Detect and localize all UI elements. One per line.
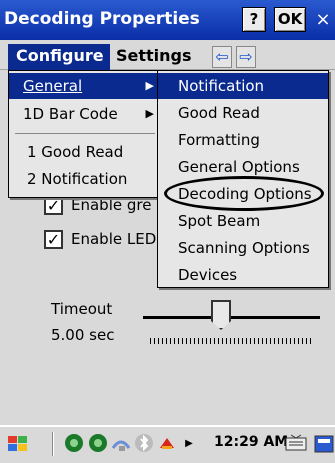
configure-dropdown: General ▶ 1D Bar Code ▶ 1 Good Read 2 No… <box>8 70 163 198</box>
timeout-value: 5.00 sec <box>51 326 115 344</box>
menu-settings[interactable]: Settings <box>116 44 192 70</box>
checkbox-enable-led[interactable]: ✓ <box>44 229 63 249</box>
menu-item-general[interactable]: General ▶ <box>9 73 162 99</box>
menu-item-general-label: General <box>23 77 83 95</box>
check1-label: Enable gre <box>71 196 152 214</box>
menu-item-good-read[interactable]: 1 Good Read <box>9 139 162 165</box>
menu-separator <box>15 133 155 134</box>
arrow-right-icon[interactable]: ⇨ <box>236 46 256 68</box>
menu-item-notification[interactable]: 2 Notification <box>9 166 162 192</box>
desktop-icon[interactable] <box>312 432 335 456</box>
check-row-2[interactable]: ✓ Enable LED <box>44 227 156 251</box>
menu-configure[interactable]: Configure <box>8 44 110 70</box>
timeout-slider-thumb[interactable] <box>211 300 231 330</box>
submenu-arrow-icon: ▶ <box>145 107 154 120</box>
taskbar-divider <box>52 432 54 456</box>
timeout-slider-track[interactable] <box>143 316 320 319</box>
keyboard-icon[interactable] <box>284 432 308 456</box>
timeout-label: Timeout <box>51 300 113 318</box>
submenu-item-decoding-options[interactable]: Decoding Options <box>158 181 328 207</box>
ok-button[interactable]: OK <box>274 7 306 32</box>
submenu-item-general-options[interactable]: General Options <box>158 154 328 180</box>
clock[interactable]: 12:29 AM <box>214 434 288 450</box>
help-button[interactable]: ? <box>242 7 266 32</box>
submenu-item-spot-beam[interactable]: Spot Beam <box>158 208 328 234</box>
battery-icon[interactable] <box>155 432 179 456</box>
taskbar: ▶ 12:29 AM <box>0 425 335 459</box>
window-title: Decoding Properties <box>4 9 200 29</box>
submenu-item-devices[interactable]: Devices <box>158 262 328 288</box>
timeout-slider-ticks <box>150 338 314 344</box>
bluetooth-icon[interactable] <box>132 432 156 456</box>
submenu-item-notification[interactable]: Notification <box>158 73 328 99</box>
tray-expand-icon[interactable]: ▶ <box>177 432 201 456</box>
submenu-item-good-read[interactable]: Good Read <box>158 100 328 126</box>
arrow-left-icon[interactable]: ⇦ <box>212 46 232 68</box>
submenu-arrow-icon: ▶ <box>145 79 154 92</box>
wifi-icon[interactable] <box>109 432 133 456</box>
close-button[interactable]: × <box>312 7 334 32</box>
checkbox-enable-green[interactable]: ✓ <box>44 195 63 215</box>
menu-item-1d-bar-code[interactable]: 1D Bar Code ▶ <box>9 101 162 127</box>
submenu-item-scanning-options[interactable]: Scanning Options <box>158 235 328 261</box>
network-icon[interactable] <box>62 432 86 456</box>
title-bar: Decoding Properties ? OK × <box>0 0 335 40</box>
network2-icon[interactable] <box>86 432 110 456</box>
general-submenu: Notification Good Read Formatting Genera… <box>157 70 329 288</box>
menu-bar: Configure Settings ⇦ ⇨ <box>0 40 335 70</box>
check2-label: Enable LED <box>71 230 157 248</box>
submenu-item-formatting[interactable]: Formatting <box>158 127 328 153</box>
start-flag-icon[interactable] <box>6 432 30 456</box>
menu-item-1d-bar-code-label: 1D Bar Code <box>23 105 118 123</box>
